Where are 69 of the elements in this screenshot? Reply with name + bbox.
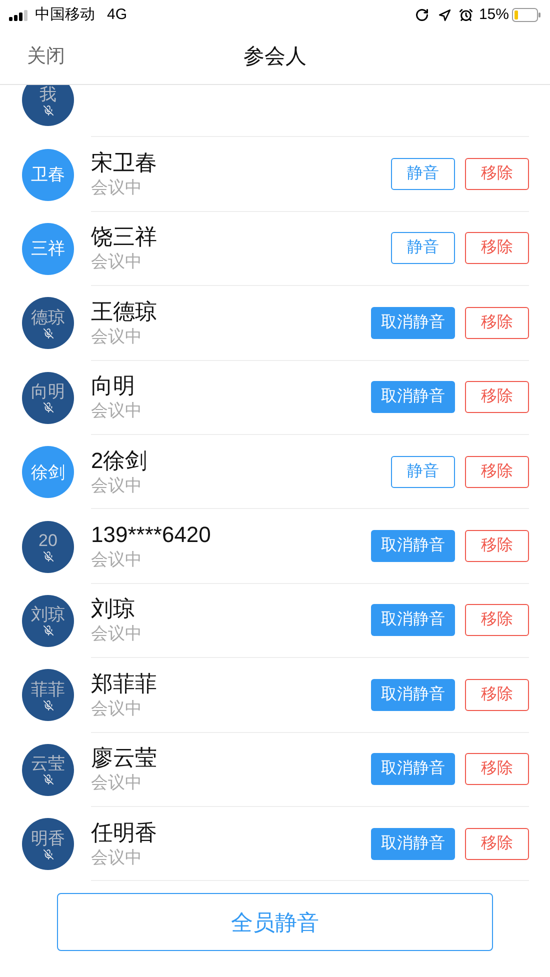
avatar-initials: 刘琼 xyxy=(31,605,65,624)
participant-name: 饶三祥 xyxy=(91,223,158,252)
battery-percent: 15% xyxy=(478,4,509,25)
participant-name: 郑菲菲 xyxy=(91,670,158,698)
unmute-button[interactable]: 取消静音 xyxy=(371,828,455,860)
participant-name: 王德琼 xyxy=(91,298,158,326)
muted-mic-icon xyxy=(42,774,54,786)
muted-mic-icon xyxy=(42,104,54,116)
avatar-initials: 德琼 xyxy=(31,308,65,327)
unmute-button[interactable]: 取消静音 xyxy=(371,678,455,711)
remove-button[interactable]: 移除 xyxy=(465,678,529,711)
participant-status: 会议中 xyxy=(91,400,143,422)
remove-button[interactable]: 移除 xyxy=(465,604,529,636)
alarm-icon xyxy=(458,8,473,22)
participant-status: 会议中 xyxy=(91,251,143,274)
remove-button[interactable]: 移除 xyxy=(465,828,529,860)
muted-mic-icon xyxy=(42,402,54,414)
muted-mic-icon xyxy=(42,848,54,860)
participant-name: 2徐剑 xyxy=(91,446,148,475)
avatar-initials: 我 xyxy=(40,85,56,104)
remove-button[interactable]: 移除 xyxy=(465,232,529,264)
remove-button[interactable]: 移除 xyxy=(465,530,529,562)
avatar-initials: 云莹 xyxy=(31,754,65,774)
participant-status: 会议中 xyxy=(91,549,143,572)
participant-status: 会议中 xyxy=(91,846,143,869)
muted-mic-icon xyxy=(42,551,54,562)
avatar-initials: 徐剑 xyxy=(31,462,65,482)
mute-button[interactable]: 静音 xyxy=(391,456,455,488)
mute-all-button[interactable]: 全员静音 xyxy=(57,893,493,951)
remove-button[interactable]: 移除 xyxy=(465,456,529,488)
remove-button[interactable]: 移除 xyxy=(465,381,529,414)
muted-mic-icon xyxy=(42,625,54,636)
carrier: 中国移动 xyxy=(35,4,95,25)
unmute-button[interactable]: 取消静音 xyxy=(371,306,455,339)
avatar-initials: 三祥 xyxy=(31,239,65,258)
participant-name: 宋卫春 xyxy=(91,149,158,178)
unmute-button[interactable]: 取消静音 xyxy=(371,381,455,414)
network-type: 4G xyxy=(107,4,128,25)
remove-button[interactable]: 移除 xyxy=(465,753,529,786)
participant-status: 会议中 xyxy=(91,474,143,497)
participant-name: 向明 xyxy=(91,372,136,400)
signal-icon xyxy=(9,10,29,20)
avatar-initials: 卫春 xyxy=(31,165,65,184)
participant-status: 会议中 xyxy=(91,698,143,720)
avatar-initials: 菲菲 xyxy=(31,680,65,699)
close-button[interactable]: 关闭 xyxy=(27,42,65,72)
muted-mic-icon xyxy=(42,328,54,339)
remove-button[interactable]: 移除 xyxy=(465,158,529,190)
participant-name: 139****6420 xyxy=(91,521,212,550)
page-title: 参会人 xyxy=(244,44,306,70)
unmute-button[interactable]: 取消静音 xyxy=(371,604,455,636)
participant-name: 刘琼 xyxy=(91,595,136,624)
mute-button[interactable]: 静音 xyxy=(391,232,455,264)
remove-button[interactable]: 移除 xyxy=(465,306,529,339)
participant-name: 廖云莹 xyxy=(91,744,158,772)
participant-status: 会议中 xyxy=(91,177,143,200)
muted-mic-icon xyxy=(42,700,54,711)
participant-status: 会议中 xyxy=(91,623,143,646)
unmute-button[interactable]: 取消静音 xyxy=(371,753,455,786)
location-icon xyxy=(438,8,451,22)
participant-status: 会议中 xyxy=(91,326,143,348)
battery-icon xyxy=(512,8,541,22)
unmute-button[interactable]: 取消静音 xyxy=(371,530,455,562)
avatar-initials: 向明 xyxy=(31,382,65,402)
participant-status: 会议中 xyxy=(91,772,143,794)
avatar-initials: 明香 xyxy=(31,828,65,848)
avatar-initials: 20 xyxy=(38,531,58,550)
participant-name: 任明香 xyxy=(91,818,158,847)
mute-button[interactable]: 静音 xyxy=(391,158,455,190)
